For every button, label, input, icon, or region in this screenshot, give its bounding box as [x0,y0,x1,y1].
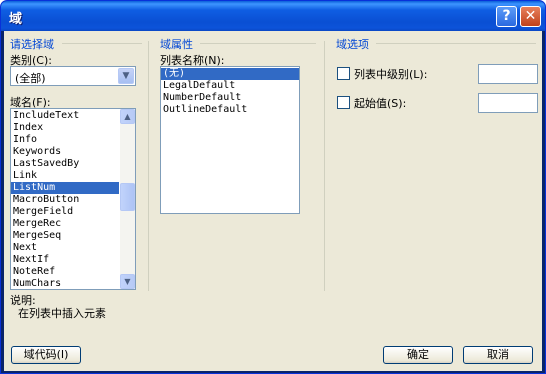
list-item[interactable]: NextIf [11,254,119,266]
list-level-checkbox[interactable] [337,67,350,80]
column-divider [148,41,149,291]
list-item[interactable]: ListNum [11,182,119,194]
category-dropdown[interactable]: (全部) ▼ [10,66,136,86]
window-title: 域 [9,12,23,27]
list-item[interactable]: LegalDefault [161,80,299,92]
list-item[interactable]: Link [11,170,119,182]
list-item[interactable]: Index [11,122,119,134]
field-codes-button[interactable]: 域代码(I) [11,346,81,364]
arrow-down-icon[interactable]: ▼ [120,274,135,289]
list-item[interactable]: MergeField [11,206,119,218]
list-name-list[interactable]: (无) LegalDefault NumberDefault OutlineDefau… [160,66,300,214]
group-separator [200,43,316,44]
description-text: 在列表中插入元素 [18,307,106,320]
start-value-checkbox[interactable] [337,96,350,109]
list-item[interactable]: LastSavedBy [11,158,119,170]
scroll-thumb[interactable] [120,183,135,211]
title-bar[interactable]: 域 ? ✕ [1,1,545,31]
list-item[interactable]: Info [11,134,119,146]
select-field-group-title: 请选择域 [10,38,54,51]
category-value: (全部) [15,72,46,85]
list-item[interactable]: MergeSeq [11,230,119,242]
column-divider [324,41,325,291]
field-name-list[interactable]: IncludeText Index Info Keywords LastSavedBy L… [10,108,136,290]
list-item[interactable]: Keywords [11,146,119,158]
group-separator [62,43,142,44]
help-button[interactable]: ? [496,6,517,27]
start-value-input[interactable] [478,93,538,113]
chevron-down-icon[interactable]: ▼ [118,68,134,84]
list-item[interactable]: OutlineDefault [161,104,299,116]
field-list-scrollbar[interactable]: ▲ ▼ [120,109,135,289]
arrow-up-icon[interactable]: ▲ [120,109,135,124]
list-item[interactable]: MergeRec [11,218,119,230]
list-item[interactable]: (无) [161,68,299,80]
list-item[interactable]: IncludeText [11,110,119,122]
list-item[interactable]: Next [11,242,119,254]
list-level-label: 列表中级别(L): [354,68,428,81]
start-value-label: 起始值(S): [354,97,407,110]
dialog-body: 请选择域 类别(C): (全部) ▼ 域名(F): IncludeText Ind… [4,31,542,371]
field-options-group-title: 域选项 [336,38,369,51]
cancel-button[interactable]: 取消 [463,346,533,364]
group-separator [376,43,536,44]
list-item[interactable]: NoteRef [11,266,119,278]
field-properties-group-title: 域属性 [160,38,193,51]
list-item[interactable]: NumberDefault [161,92,299,104]
ok-button[interactable]: 确定 [383,346,453,364]
list-level-input[interactable] [478,64,538,84]
list-item[interactable]: MacroButton [11,194,119,206]
field-dialog: 域 ? ✕ 请选择域 类别(C): (全部) ▼ 域名(F): IncludeT… [0,0,546,374]
list-item[interactable]: NumChars [11,278,119,289]
close-button[interactable]: ✕ [520,6,541,27]
